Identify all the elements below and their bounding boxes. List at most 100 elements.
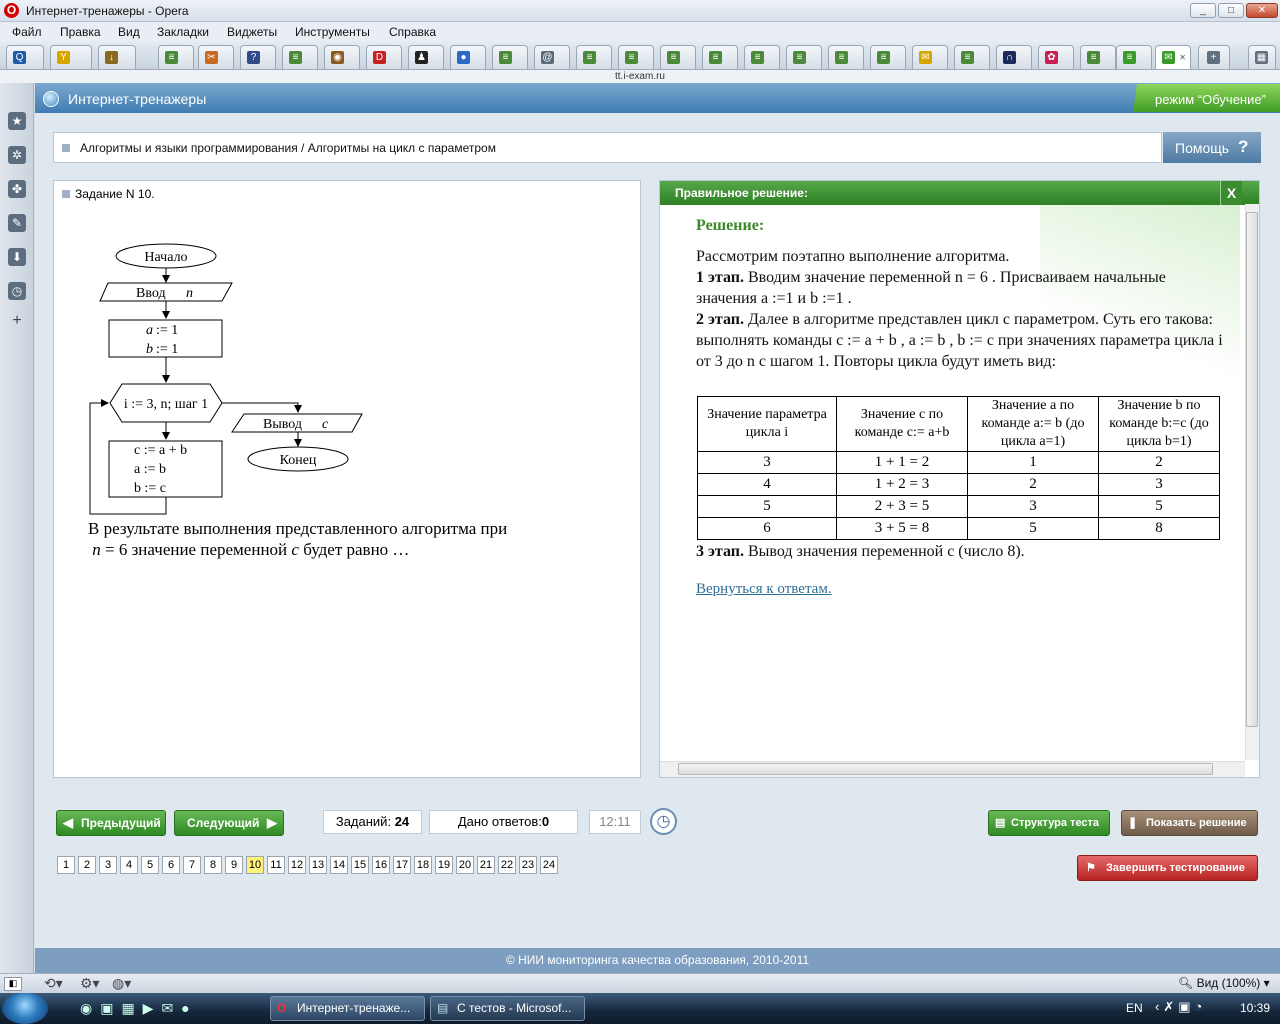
tab[interactable]: ● <box>450 45 486 69</box>
page-number-button[interactable]: 17 <box>393 856 411 874</box>
unite-icon[interactable]: ⚙▾ <box>80 975 100 992</box>
page-number-button[interactable]: 18 <box>414 856 432 874</box>
tab[interactable]: ≡ <box>660 45 696 69</box>
tab[interactable]: ≡ <box>744 45 780 69</box>
tab[interactable]: ≡ <box>786 45 822 69</box>
tab[interactable]: ≡ <box>158 45 194 69</box>
page-number-button[interactable]: 4 <box>120 856 138 874</box>
new-tab-button[interactable]: + <box>1198 45 1230 69</box>
tab[interactable]: ✂ <box>198 45 234 69</box>
previous-button[interactable]: ◀ Предыдущий <box>56 810 166 836</box>
menu-help[interactable]: Справка <box>389 25 436 39</box>
tab[interactable]: ≡ <box>1080 45 1116 69</box>
widgets-icon[interactable]: ✲ <box>8 146 26 164</box>
page-number-button[interactable]: 20 <box>456 856 474 874</box>
step2-text: Далее в алгоритме представлен цикл с пар… <box>696 311 1223 370</box>
tab[interactable]: D <box>366 45 402 69</box>
tab[interactable]: ≡ <box>492 45 528 69</box>
page-number-button[interactable]: 10 <box>246 856 264 874</box>
menu-file[interactable]: Файл <box>12 25 42 39</box>
tab[interactable]: @ <box>534 45 570 69</box>
page-number-button[interactable]: 13 <box>309 856 327 874</box>
close-window-button[interactable]: ✕ <box>1246 3 1278 18</box>
tab[interactable]: ✿ <box>1038 45 1074 69</box>
horizontal-scroll-thumb[interactable] <box>678 763 1213 775</box>
page-number-button[interactable]: 5 <box>141 856 159 874</box>
address-bar[interactable]: tt.i-exam.ru <box>0 70 1280 83</box>
page-number-button[interactable]: 3 <box>99 856 117 874</box>
page-number-button[interactable]: 21 <box>477 856 495 874</box>
tab[interactable]: ≡ <box>870 45 906 69</box>
menu-bookmarks[interactable]: Закладки <box>157 25 209 39</box>
next-button[interactable]: Следующий ▶ <box>174 810 284 836</box>
trash-button[interactable]: ▦ <box>1248 45 1276 69</box>
tab[interactable]: ? <box>240 45 276 69</box>
start-button[interactable] <box>2 993 48 1024</box>
page-number-button[interactable]: 12 <box>288 856 306 874</box>
page-number-button[interactable]: 1 <box>57 856 75 874</box>
tab[interactable]: Y <box>50 45 92 69</box>
tab[interactable]: ≡ <box>282 45 318 69</box>
page-icon: ≡ <box>793 51 806 64</box>
page-number-button[interactable]: 16 <box>372 856 390 874</box>
tab[interactable]: ♟ <box>408 45 444 69</box>
page-number-button[interactable]: 7 <box>183 856 201 874</box>
taskbar-item-word[interactable]: ▤ С тестов - Microsof... <box>430 996 585 1021</box>
page-number-button[interactable]: 23 <box>519 856 537 874</box>
menu-view[interactable]: Вид <box>118 25 140 39</box>
page-number-button[interactable]: 11 <box>267 856 285 874</box>
close-tab-icon[interactable]: ✕ <box>1179 53 1186 62</box>
page-number-button[interactable]: 22 <box>498 856 516 874</box>
tab[interactable]: ↓ <box>98 45 136 69</box>
question-text: В результате выполнения представленного … <box>88 518 608 560</box>
quick-launch[interactable]: ◉▣▦▶✉● <box>80 1000 270 1018</box>
page-number-button[interactable]: 15 <box>351 856 369 874</box>
table-header-row: Значение параметра цикла i Значение c по… <box>697 396 1220 452</box>
page-icon: ∩ <box>1003 51 1016 64</box>
sync-icon[interactable]: ⟲▾ <box>44 975 63 992</box>
tab[interactable]: ≡ <box>954 45 990 69</box>
tab[interactable]: ◉ <box>324 45 360 69</box>
notes-icon[interactable]: ✎ <box>8 214 26 232</box>
language-indicator[interactable]: EN <box>1126 1001 1143 1015</box>
page-number-button[interactable]: 8 <box>204 856 222 874</box>
tray-icons[interactable]: ‹✗▣◔ <box>1155 999 1206 1015</box>
page-number-button[interactable]: 24 <box>540 856 558 874</box>
page-number-button[interactable]: 2 <box>78 856 96 874</box>
help-button[interactable]: Помощь ? <box>1163 132 1261 163</box>
page-number-button[interactable]: 14 <box>330 856 348 874</box>
page-number-button[interactable]: 9 <box>225 856 243 874</box>
page-number-button[interactable]: 6 <box>162 856 180 874</box>
turbo-icon[interactable]: ◍▾ <box>112 975 131 992</box>
tab[interactable]: ≡ <box>618 45 654 69</box>
downloads-icon[interactable]: ⬇ <box>8 248 26 266</box>
bookmarks-icon[interactable]: ★ <box>8 112 26 130</box>
taskbar-item-opera[interactable]: O Интернет-тренаже... <box>270 996 425 1021</box>
finish-test-button[interactable]: ⚑ Завершить тестирование <box>1077 855 1258 881</box>
menu-widgets[interactable]: Виджеты <box>227 25 277 39</box>
add-panel-icon[interactable]: + <box>8 312 26 330</box>
test-structure-button[interactable]: ▤ Структура теста <box>988 810 1110 836</box>
tab[interactable]: ≡ <box>576 45 612 69</box>
menu-edit[interactable]: Правка <box>60 25 101 39</box>
tab[interactable]: Q <box>6 45 44 69</box>
menu-tools[interactable]: Инструменты <box>295 25 370 39</box>
close-solution-button[interactable]: X <box>1220 181 1242 205</box>
unite-icon[interactable]: ✤ <box>8 180 26 198</box>
tab[interactable]: ✉ <box>912 45 948 69</box>
show-solution-button[interactable]: ❚ Показать решение <box>1121 810 1258 836</box>
maximize-button[interactable]: □ <box>1218 3 1244 18</box>
minimize-button[interactable]: _ <box>1190 3 1216 18</box>
vertical-scroll-thumb[interactable] <box>1246 212 1258 727</box>
back-to-answers-link[interactable]: Вернуться к ответам. <box>696 581 832 598</box>
tab[interactable]: ∩ <box>996 45 1032 69</box>
zoom-control[interactable]: 🔍︎ Вид (100%) ▾ <box>1178 976 1270 992</box>
solution-text: Решение: Рассмотрим поэтапно выполнение … <box>696 215 1226 372</box>
page-number-button[interactable]: 19 <box>435 856 453 874</box>
panel-toggle-icon[interactable]: ◧ <box>4 977 22 991</box>
tab[interactable]: ≡ <box>702 45 738 69</box>
tab[interactable]: ≡ <box>828 45 864 69</box>
tab[interactable]: ≡ <box>1116 45 1152 69</box>
tab-active[interactable]: ✉ ✕ <box>1155 45 1191 69</box>
history-icon[interactable]: ◷ <box>8 282 26 300</box>
